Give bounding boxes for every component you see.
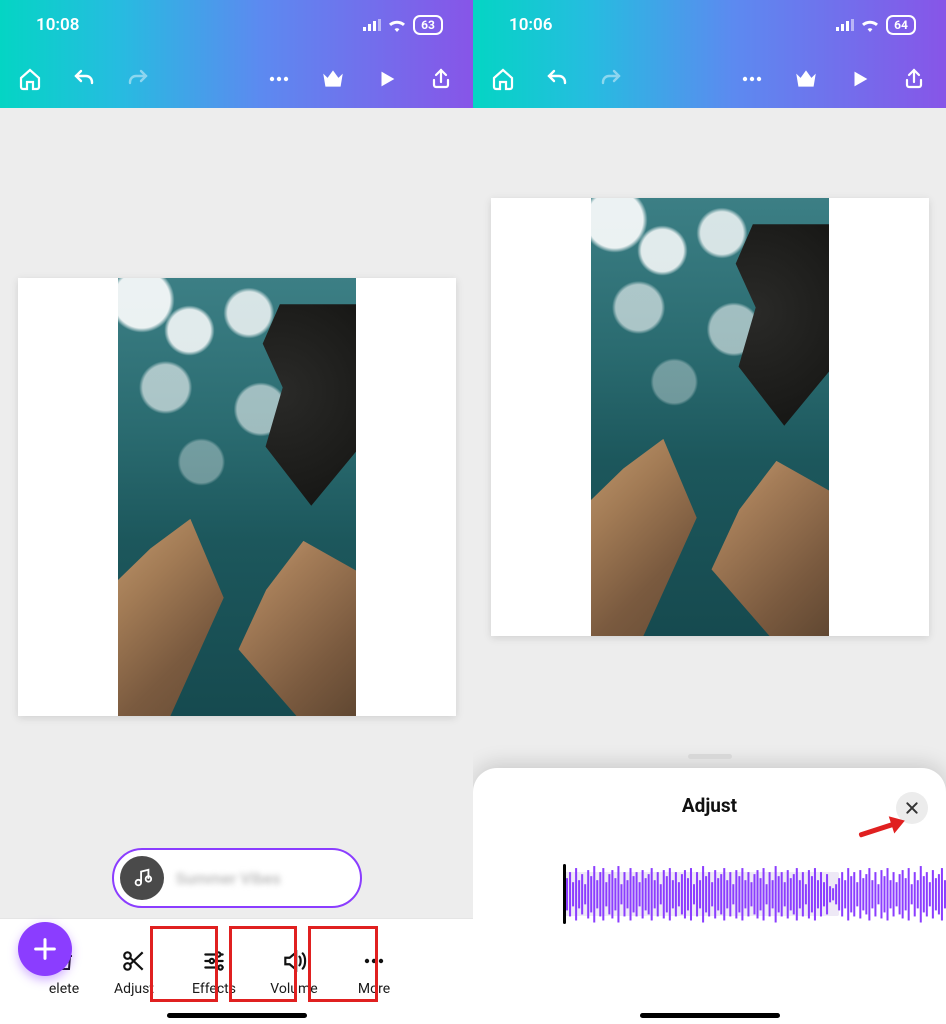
adjust-sheet[interactable]: Adjust [473, 768, 946, 1024]
battery-indicator: 63 [413, 15, 443, 35]
playhead[interactable] [563, 864, 566, 924]
sheet-title: Adjust [473, 768, 946, 817]
signal-icon [363, 19, 381, 31]
share-icon[interactable] [900, 65, 928, 93]
more-icon[interactable] [265, 65, 293, 93]
redo-icon[interactable] [124, 65, 152, 93]
status-bar: 10:08 63 [0, 0, 473, 50]
share-icon[interactable] [427, 65, 455, 93]
canvas-area[interactable]: Adjust [473, 108, 946, 1024]
wifi-icon [861, 19, 879, 32]
status-time: 10:08 [36, 15, 79, 35]
crown-icon[interactable] [792, 65, 820, 93]
home-indicator [640, 1013, 780, 1018]
note-icon [120, 856, 164, 900]
video-frame[interactable] [118, 278, 356, 716]
more-icon[interactable] [738, 65, 766, 93]
app-toolbar [0, 50, 473, 108]
context-item-label: Adjust [114, 981, 154, 997]
status-bar: 10:06 64 [473, 0, 946, 50]
undo-icon[interactable] [70, 65, 98, 93]
wifi-icon [388, 19, 406, 32]
highlight-effects [229, 926, 297, 1002]
canvas-area[interactable]: Summer Vibes elete Adjust [0, 108, 473, 1024]
crown-icon[interactable] [319, 65, 347, 93]
status-right: 63 [363, 15, 443, 35]
audio-clip-chip[interactable]: Summer Vibes [112, 848, 362, 908]
waveform[interactable] [563, 858, 946, 931]
add-button[interactable] [18, 922, 72, 976]
canvas-page[interactable] [491, 198, 929, 636]
canvas-page[interactable] [18, 278, 456, 716]
status-right: 64 [836, 15, 916, 35]
status-time: 10:06 [509, 15, 552, 35]
undo-icon[interactable] [543, 65, 571, 93]
video-frame[interactable] [591, 198, 829, 636]
scissors-icon [120, 947, 148, 975]
battery-indicator: 64 [886, 15, 916, 35]
highlight-volume [308, 926, 378, 1002]
home-icon[interactable] [16, 65, 44, 93]
right-screenshot: 10:06 64 [473, 0, 946, 1024]
home-icon[interactable] [489, 65, 517, 93]
redo-icon[interactable] [597, 65, 625, 93]
play-icon[interactable] [373, 65, 401, 93]
waveform-area[interactable] [563, 858, 946, 930]
signal-icon [836, 19, 854, 31]
sheet-handle[interactable] [688, 754, 732, 759]
audio-clip-label: Summer Vibes [176, 869, 281, 888]
home-indicator [167, 1013, 307, 1018]
highlight-adjust [150, 926, 218, 1002]
left-screenshot: 10:08 63 [0, 0, 473, 1024]
context-item-label: elete [49, 981, 79, 997]
app-toolbar [473, 50, 946, 108]
play-icon[interactable] [846, 65, 874, 93]
